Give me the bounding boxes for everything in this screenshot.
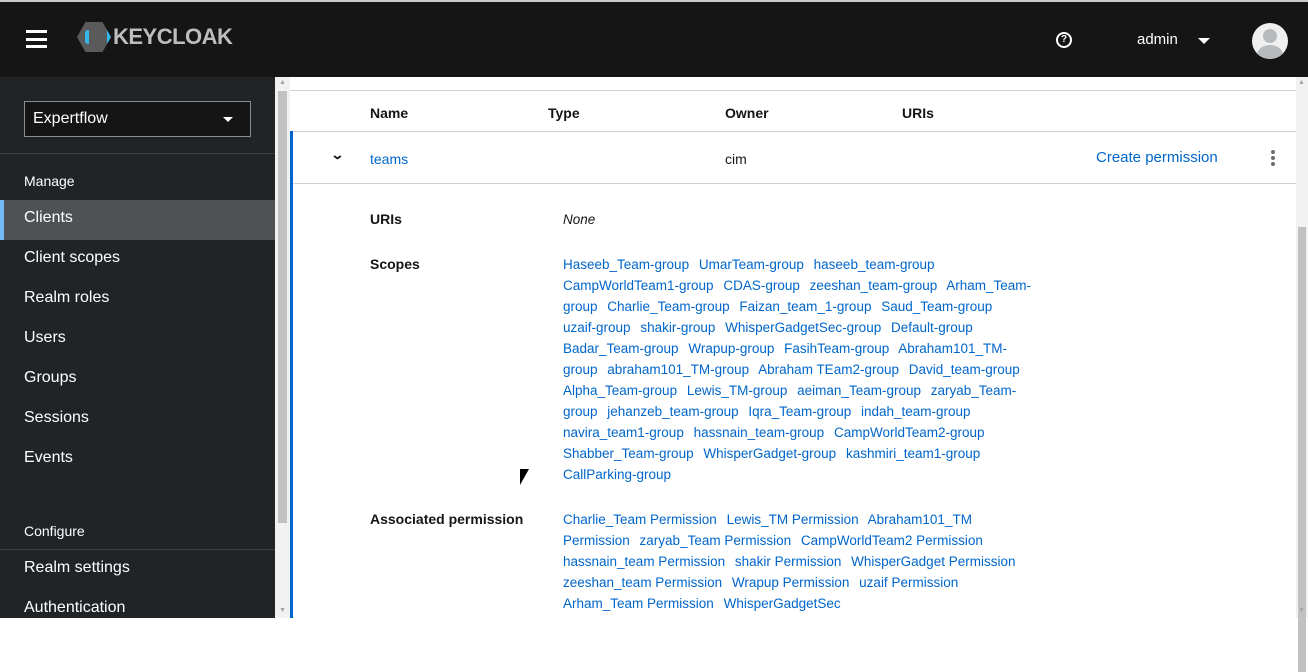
sidebar-scrollbar[interactable]: ▲ ▼: [275, 77, 290, 618]
scope-link[interactable]: Faizan_team_1-group: [739, 299, 871, 314]
sidebar-item-authentication[interactable]: Authentication: [0, 590, 275, 630]
scope-link[interactable]: indah_team-group: [861, 404, 971, 419]
scope-link[interactable]: haseeb_team-group: [814, 257, 935, 272]
scope-link[interactable]: kashmiri_team1-group: [846, 446, 980, 461]
main-scrollbar[interactable]: ▲ ▼: [1296, 77, 1308, 672]
scope-link[interactable]: CDAS-group: [723, 278, 800, 293]
scope-link[interactable]: Charlie_Team-group: [607, 299, 729, 314]
keycloak-logo[interactable]: KEYCLOAK: [77, 22, 233, 52]
realm-name: Expertflow: [33, 110, 108, 127]
sidebar-item-groups[interactable]: Groups: [0, 360, 275, 400]
permission-link[interactable]: Wrapup Permission: [732, 575, 850, 590]
column-header-type: Type: [548, 105, 580, 121]
logo-text: KEYCLOAK: [113, 24, 233, 49]
user-caret-icon[interactable]: [1198, 38, 1210, 44]
main-content: Name Type Owner URIs ⌄ teams cim Create …: [290, 77, 1299, 618]
logo-hex-icon: [77, 22, 111, 52]
mouse-cursor: [520, 469, 529, 485]
scope-link[interactable]: Wrapup-group: [688, 341, 774, 356]
scope-link[interactable]: Haseeb_Team-group: [563, 257, 689, 272]
avatar[interactable]: [1252, 23, 1288, 59]
sidebar-item-users[interactable]: Users: [0, 320, 275, 360]
scope-link[interactable]: Default-group: [891, 320, 973, 335]
expanded-row-indicator: [290, 131, 293, 618]
sidebar: Expertflow Manage Clients Client scopes …: [0, 77, 275, 618]
permission-link[interactable]: uzaif Permission: [859, 575, 958, 590]
scope-link[interactable]: navira_team1-group: [563, 425, 684, 440]
scope-link[interactable]: hassnain_team-group: [694, 425, 825, 440]
permission-link[interactable]: shakir Permission: [735, 554, 842, 569]
sidebar-item-realm-settings[interactable]: Realm settings: [0, 550, 275, 590]
chevron-down-icon[interactable]: ⌄: [330, 147, 344, 163]
permission-link[interactable]: WhisperGadget Permission: [851, 554, 1015, 569]
permission-link[interactable]: hassnain_team Permission: [563, 554, 725, 569]
sidebar-item-events[interactable]: Events: [0, 440, 275, 480]
permission-link[interactable]: WhisperGadgetSec: [724, 596, 841, 611]
divider: [0, 153, 275, 154]
scope-link[interactable]: zeeshan_team-group: [810, 278, 938, 293]
permission-link[interactable]: Arham_Team Permission: [563, 596, 714, 611]
create-permission-button[interactable]: Create permission: [1096, 149, 1218, 166]
column-header-name[interactable]: Name: [370, 105, 408, 121]
scopes-list: Haseeb_Team-group UmarTeam-group haseeb_…: [563, 254, 1035, 485]
scope-link[interactable]: Shabber_Team-group: [563, 446, 694, 461]
top-header: KEYCLOAK ? admin: [0, 0, 1308, 77]
permission-link[interactable]: Charlie_Team Permission: [563, 512, 717, 527]
uris-label: URIs: [370, 211, 402, 227]
realm-selector[interactable]: Expertflow: [24, 101, 251, 137]
section-configure: Configure: [24, 523, 85, 539]
resource-name-link[interactable]: teams: [370, 151, 408, 167]
scope-link[interactable]: David_team-group: [909, 362, 1020, 377]
column-header-uris: URIs: [902, 105, 934, 121]
uris-value: None: [563, 212, 596, 227]
divider: [290, 90, 1296, 91]
scope-link[interactable]: Badar_Team-group: [563, 341, 679, 356]
help-icon[interactable]: ?: [1056, 32, 1072, 48]
scope-link[interactable]: uzaif-group: [563, 320, 631, 335]
scope-link[interactable]: CampWorldTeam2-group: [834, 425, 985, 440]
scope-link[interactable]: shakir-group: [640, 320, 715, 335]
scope-link[interactable]: WhisperGadget-group: [703, 446, 836, 461]
scope-link[interactable]: CallParking-group: [563, 467, 671, 482]
scope-link[interactable]: Alpha_Team-group: [563, 383, 677, 398]
scope-link[interactable]: WhisperGadgetSec-group: [725, 320, 881, 335]
kebab-menu-icon[interactable]: [1271, 150, 1275, 168]
permissions-list: Charlie_Team Permission Lewis_TM Permiss…: [563, 509, 1035, 614]
divider: [290, 131, 1296, 132]
sidebar-item-client-scopes[interactable]: Client scopes: [0, 240, 275, 280]
user-menu[interactable]: admin: [1137, 31, 1178, 48]
scopes-label: Scopes: [370, 256, 420, 272]
sidebar-item-clients[interactable]: Clients: [0, 200, 275, 240]
scope-link[interactable]: Lewis_TM-group: [687, 383, 788, 398]
scope-link[interactable]: aeiman_Team-group: [797, 383, 921, 398]
divider: [293, 183, 1299, 184]
scope-link[interactable]: Saud_Team-group: [881, 299, 992, 314]
scope-link[interactable]: abraham101_TM-group: [607, 362, 749, 377]
permission-link[interactable]: zeeshan_team Permission: [563, 575, 722, 590]
scope-link[interactable]: FasihTeam-group: [784, 341, 889, 356]
scope-link[interactable]: CampWorldTeam1-group: [563, 278, 714, 293]
permission-link[interactable]: zaryab_Team Permission: [640, 533, 792, 548]
scope-link[interactable]: Iqra_Team-group: [748, 404, 851, 419]
permission-link[interactable]: CampWorldTeam2 Permission: [801, 533, 983, 548]
hamburger-menu-icon[interactable]: [26, 30, 47, 48]
section-manage: Manage: [24, 173, 75, 189]
associated-permission-label: Associated permission: [370, 511, 524, 527]
scope-link[interactable]: Abraham TEam2-group: [758, 362, 899, 377]
sidebar-item-sessions[interactable]: Sessions: [0, 400, 275, 440]
permission-link[interactable]: Lewis_TM Permission: [727, 512, 859, 527]
scope-link[interactable]: UmarTeam-group: [699, 257, 804, 272]
chevron-down-icon: [223, 117, 233, 122]
scope-link[interactable]: jehanzeb_team-group: [607, 404, 738, 419]
column-header-owner: Owner: [725, 105, 769, 121]
sidebar-item-realm-roles[interactable]: Realm roles: [0, 280, 275, 320]
resource-owner: cim: [725, 151, 747, 167]
